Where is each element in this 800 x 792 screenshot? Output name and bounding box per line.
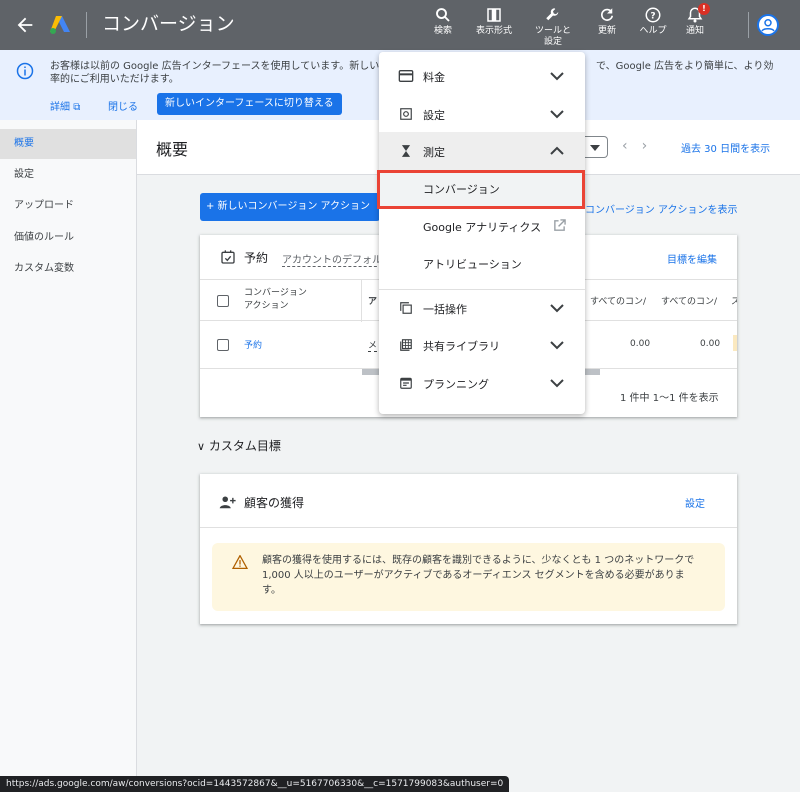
menu-item-attribution[interactable]: アトリビューション <box>379 245 585 281</box>
column-divider <box>361 280 362 322</box>
goal-title: 予約 <box>244 251 269 265</box>
date-range-link[interactable]: 過去 30 日間を表示 <box>681 140 770 155</box>
column-header-2[interactable]: ア <box>368 294 377 307</box>
custom-goals-toggle[interactable]: ∨ カスタム目標 <box>197 437 281 454</box>
notifications-button[interactable]: ! 通知 <box>670 3 720 37</box>
menu-section-settings[interactable]: 設定 <box>379 96 585 132</box>
external-link-icon <box>554 219 566 231</box>
left-navigation: 概要 設定 アップロード 価値のルール カスタム変数 <box>0 120 137 792</box>
caret-down-icon <box>590 145 600 151</box>
appearance-icon <box>487 8 501 22</box>
card-divider <box>200 527 737 528</box>
customer-acquisition-settings-link[interactable]: 設定 <box>685 495 705 510</box>
planning-icon <box>400 377 412 389</box>
menu-section-planning[interactable]: プランニング <box>379 365 585 401</box>
menu-section-billing[interactable]: 料金 <box>379 58 585 94</box>
notification-badge: ! <box>698 3 710 15</box>
warning-box: 顧客の獲得を使用するには、既存の顧客を識別できるように、少なくとも 1 つのネッ… <box>212 543 725 611</box>
nav-item-value-rules[interactable]: 価値のルール <box>0 223 136 253</box>
menu-item-google-analytics[interactable]: Google アナリティクス <box>379 208 585 244</box>
switch-interface-button[interactable]: 新しいインターフェースに切り替える <box>157 93 342 115</box>
details-link[interactable]: 詳細 ⧉ <box>50 98 80 113</box>
column-header-action[interactable]: コンバージョン アクション <box>244 287 307 313</box>
info-icon <box>16 62 34 80</box>
chevron-down-icon <box>550 379 564 388</box>
menu-section-measurement[interactable]: 測定 <box>379 132 585 170</box>
settings-icon <box>400 108 412 120</box>
show-conversion-actions-link[interactable]: コンバージョン アクションを表示 <box>585 201 737 216</box>
nav-item-custom-variables[interactable]: カスタム変数 <box>0 254 136 284</box>
bulk-icon <box>400 302 412 314</box>
menu-section-shared-library[interactable]: 共有ライブラリ <box>379 327 585 363</box>
refresh-button[interactable]: 更新 <box>582 6 632 37</box>
date-dropdown[interactable] <box>584 136 608 158</box>
highlight-annotation-box <box>377 170 585 209</box>
notice-message-continued: で、Google 広告をより簡単に、より効 <box>596 61 774 72</box>
refresh-icon <box>601 8 614 21</box>
title-divider <box>86 12 87 38</box>
column-header-5[interactable]: ス <box>731 294 737 307</box>
status-url-bar: https://ads.google.com/aw/conversions?oc… <box>0 776 510 792</box>
customer-acquisition-card: 顧客の獲得 設定 顧客の獲得を使用するには、既存の顧客を識別できるように、少なく… <box>200 474 737 624</box>
date-nav-arrows[interactable]: ‹› <box>622 138 661 154</box>
google-ads-logo[interactable] <box>48 14 72 36</box>
account-divider <box>748 12 749 38</box>
appearance-button[interactable]: 表示形式 <box>469 6 519 37</box>
warning-icon <box>232 555 248 569</box>
close-notice-link[interactable]: 閉じる <box>108 98 138 113</box>
tools-settings-button[interactable]: ツールと 設定 <box>528 6 578 48</box>
top-app-bar: コンバージョン 検索 表示形式 ツールと 設定 更新 ? ヘルプ ! 通知 <box>0 0 800 50</box>
wrench-icon <box>546 8 559 21</box>
nav-item-settings[interactable]: 設定 <box>0 160 136 190</box>
chevron-down-icon <box>550 72 564 81</box>
row-value-2: 0.00 <box>700 339 721 349</box>
chevron-down-icon <box>550 341 564 350</box>
external-link-icon: ⧉ <box>73 102 81 113</box>
nav-item-uploads[interactable]: アップロード <box>0 191 136 221</box>
chevron-right-icon[interactable]: › <box>642 138 662 154</box>
chevron-down-icon <box>550 110 564 119</box>
tools-settings-menu: 料金 設定 測定 コンバージョン Google アナリティクス アトリビューショ… <box>379 52 585 414</box>
pagination-text: 1 件中 1〜1 件を表示 <box>620 393 719 404</box>
search-icon <box>436 8 450 22</box>
row-checkbox[interactable] <box>217 339 229 351</box>
back-arrow-icon[interactable] <box>14 14 36 36</box>
goal-subtitle: アカウントのデフォル <box>282 251 382 267</box>
search-button[interactable]: 検索 <box>418 6 468 37</box>
page-title: コンバージョン <box>102 13 235 35</box>
customer-acquisition-title: 顧客の獲得 <box>244 496 305 510</box>
hourglass-icon <box>401 145 411 157</box>
column-header-all-conv-1[interactable]: すべてのコン/ <box>590 294 652 307</box>
person-add-icon <box>219 496 236 509</box>
account-avatar-icon[interactable] <box>757 14 779 36</box>
select-all-checkbox[interactable] <box>217 295 229 307</box>
row-cell-2: メ <box>368 338 378 352</box>
warning-text: 顧客の獲得を使用するには、既存の顧客を識別できるように、少なくとも 1 つのネッ… <box>262 555 695 596</box>
conversion-action-link[interactable]: 予約 <box>244 338 262 351</box>
edit-goal-link[interactable]: 目標を編集 <box>667 251 717 266</box>
chevron-up-icon <box>550 146 564 155</box>
notice-message: お客様は以前の Google 広告インターフェースを使用しています。新しい 率的に… <box>50 61 380 85</box>
library-icon <box>400 339 412 351</box>
section-title: 概要 <box>156 140 189 159</box>
billing-icon <box>398 70 414 82</box>
chevron-down-icon: ∨ <box>197 440 206 453</box>
menu-section-bulk-actions[interactable]: 一括操作 <box>379 290 585 326</box>
chevron-down-icon <box>550 304 564 313</box>
column-header-all-conv-2[interactable]: すべてのコン/ <box>661 294 723 307</box>
calendar-check-icon <box>221 250 235 264</box>
help-icon: ? <box>645 7 661 23</box>
chevron-left-icon[interactable]: ‹ <box>622 138 642 154</box>
new-conversion-action-button[interactable]: + 新しいコンバージョン アクション <box>200 193 380 221</box>
nav-item-overview[interactable]: 概要 <box>0 129 136 159</box>
svg-text:?: ? <box>650 11 655 21</box>
row-status-chip <box>733 335 737 351</box>
row-value-1: 0.00 <box>630 339 651 349</box>
